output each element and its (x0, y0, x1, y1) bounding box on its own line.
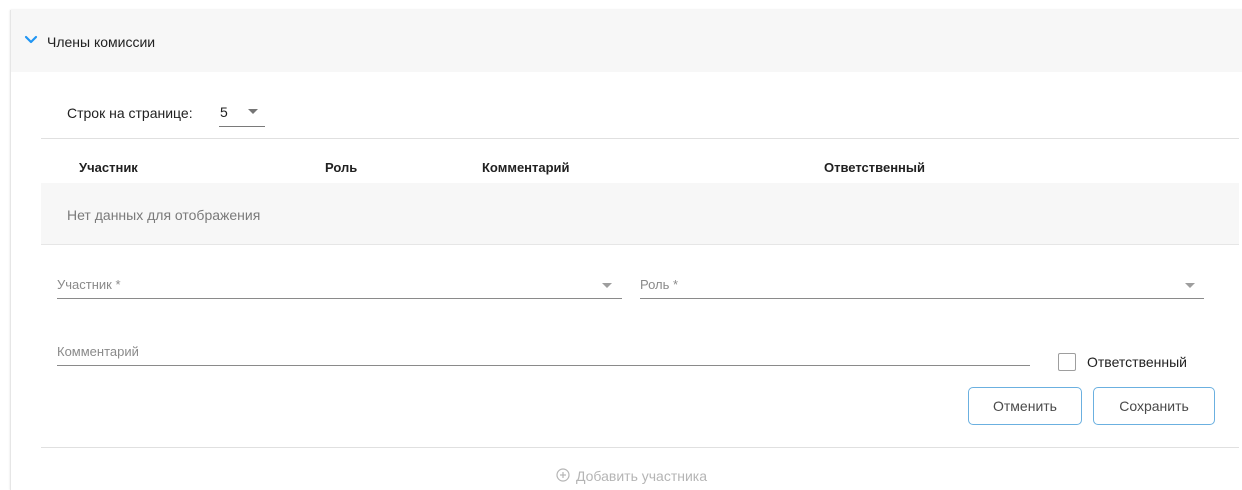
commission-members-panel: Члены комиссии Строк на странице: 5 Учас… (10, 10, 1242, 490)
role-select[interactable]: Роль * (640, 272, 1204, 299)
dropdown-arrow-icon (1185, 283, 1195, 288)
chevron-down-icon[interactable] (24, 34, 38, 46)
column-header-role: Роль (325, 160, 358, 175)
comment-input[interactable]: Комментарий (57, 339, 1030, 366)
responsible-checkbox-label: Ответственный (1087, 354, 1187, 370)
cancel-button[interactable]: Отменить (968, 387, 1082, 425)
role-select-label: Роль * (640, 277, 679, 292)
table-empty-row: Нет данных для отображения (41, 183, 1239, 245)
dropdown-arrow-icon (248, 109, 258, 114)
dropdown-arrow-icon (602, 283, 612, 288)
rows-per-page-value: 5 (220, 104, 228, 120)
save-button[interactable]: Сохранить (1093, 387, 1215, 425)
column-header-comment: Комментарий (482, 160, 570, 175)
plus-circle-icon (556, 468, 570, 482)
panel-title: Члены комиссии (47, 34, 156, 50)
participant-select[interactable]: Участник * (57, 272, 622, 299)
column-header-responsible: Ответственный (824, 160, 925, 175)
empty-table-message: Нет данных для отображения (67, 207, 261, 223)
panel-header[interactable]: Члены комиссии (11, 10, 1242, 72)
add-participant-label: Добавить участника (576, 468, 708, 484)
table-top-divider (41, 138, 1239, 139)
form-bottom-divider (41, 447, 1239, 448)
rows-per-page-select[interactable]: 5 (219, 98, 265, 127)
column-header-participant: Участник (79, 160, 138, 175)
rows-per-page-label: Строк на странице: (67, 105, 193, 121)
comment-input-label: Комментарий (57, 344, 139, 359)
checkbox-box[interactable] (1058, 353, 1076, 371)
participant-select-label: Участник * (57, 277, 121, 292)
